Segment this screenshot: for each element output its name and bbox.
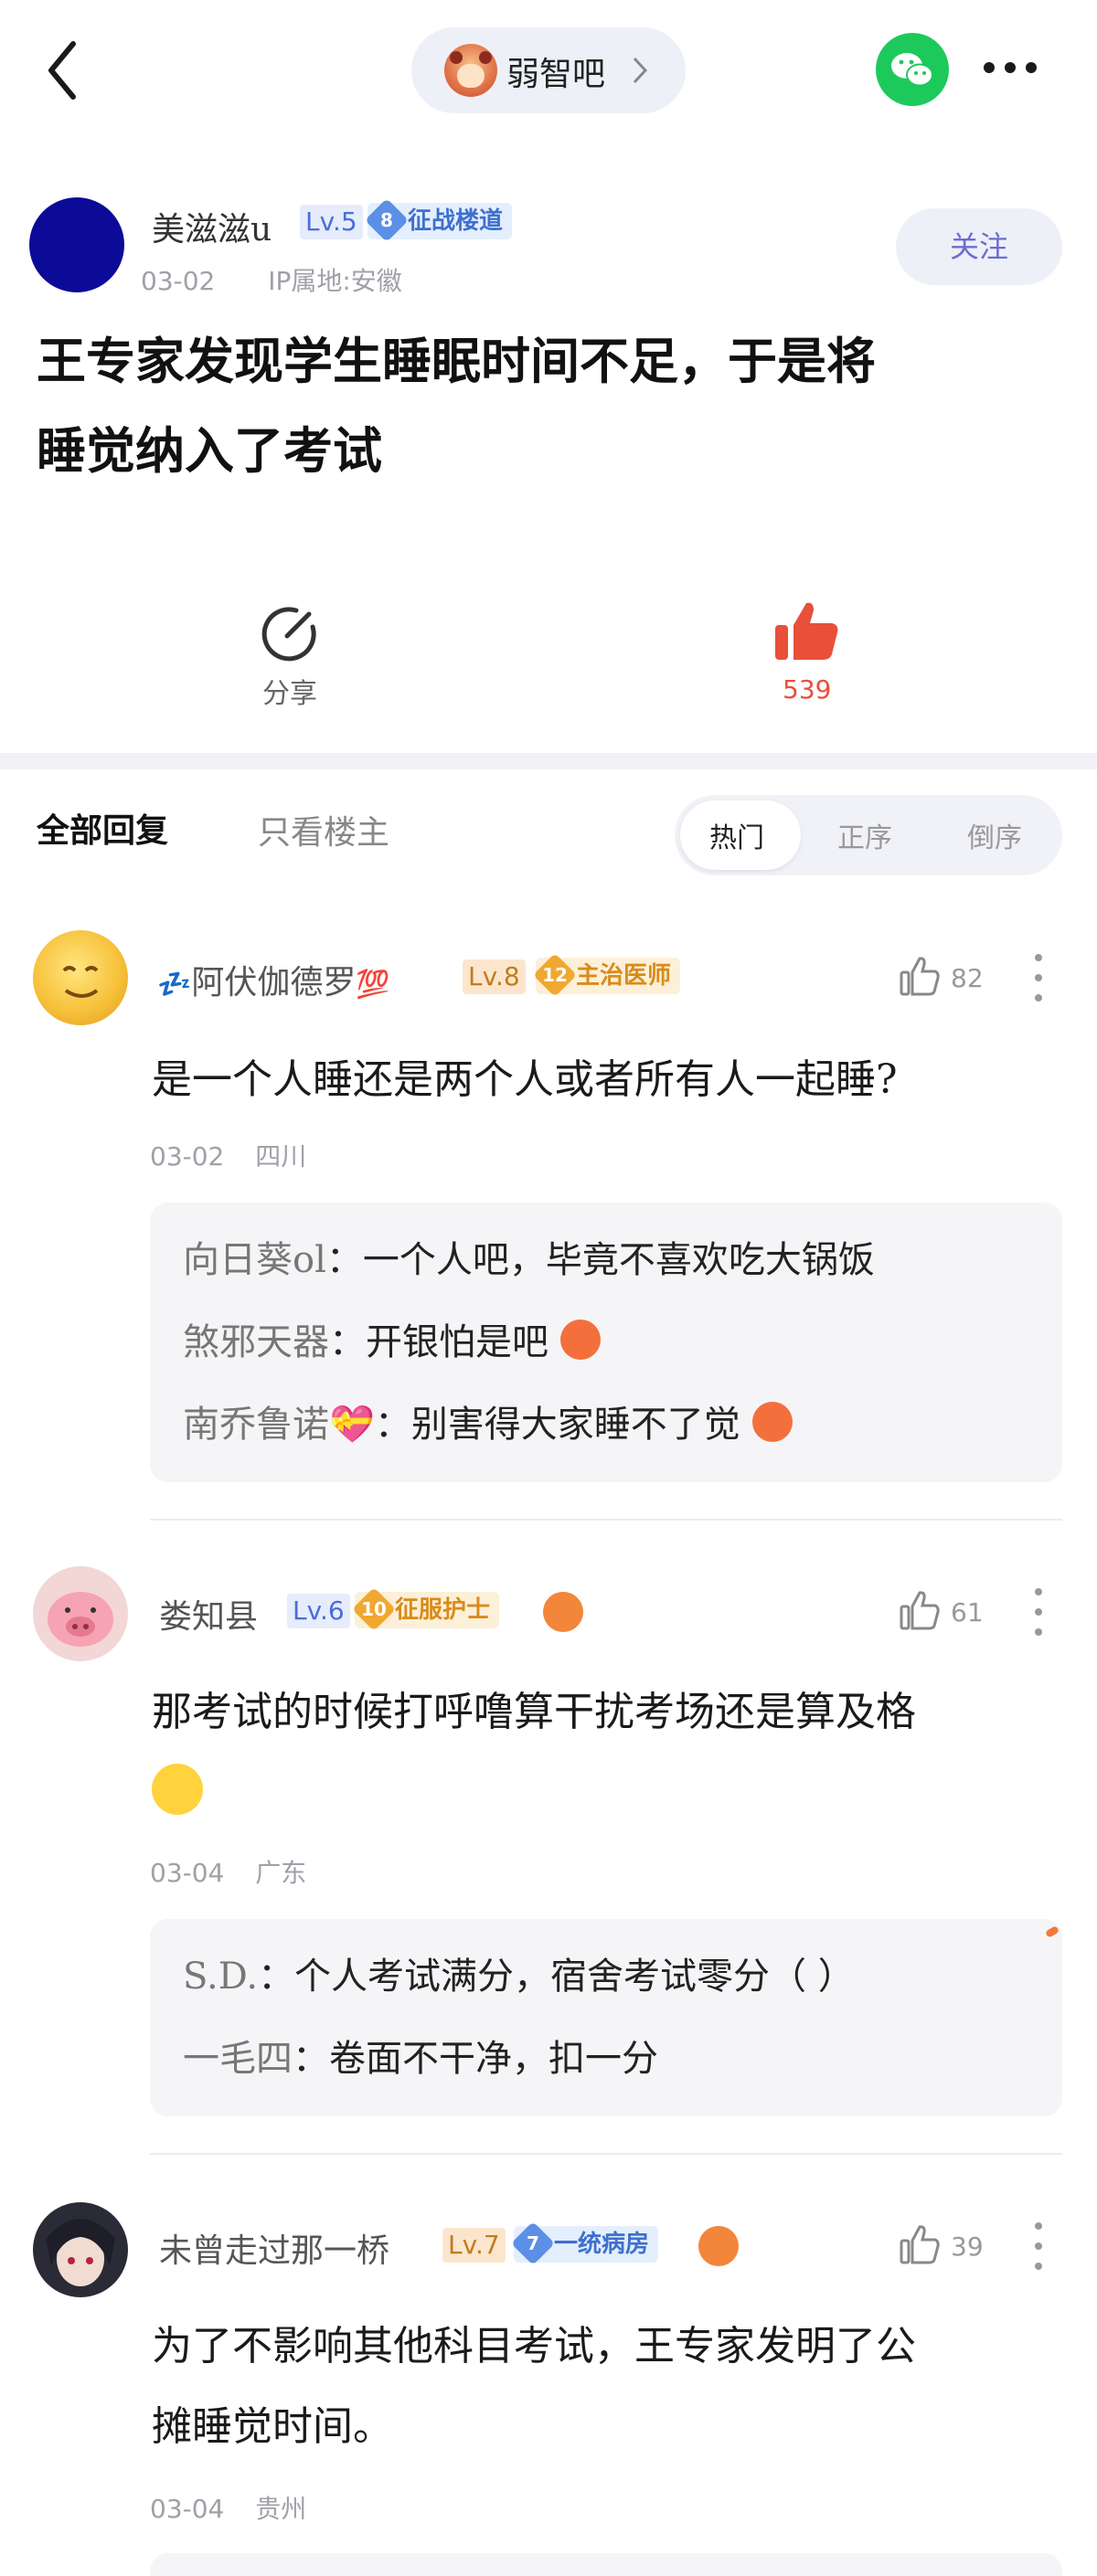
comment-text: 是一个人睡还是两个人或者所有人一起睡?: [152, 1056, 898, 1103]
sub-reply: 南乔鲁诺💝：别害得大家睡不了觉: [183, 1394, 793, 1447]
thumbs-up-icon[interactable]: [900, 956, 940, 996]
sort-asc[interactable]: 正序: [837, 815, 892, 855]
comment-username[interactable]: 未曾走过那一桥: [159, 2224, 389, 2272]
tab-op-only[interactable]: 只看楼主: [258, 806, 389, 853]
comment-location: 四川: [255, 1141, 307, 1171]
game-controller-icon: [698, 2226, 739, 2266]
sub-replies-box[interactable]: 向日葵ol：一个人吧，毕竟不喜欢吃大锅饭 煞邪天器：开银怕是吧 南乔鲁诺💝：别害…: [150, 1203, 1062, 1482]
op-username[interactable]: 美滋滋u: [152, 203, 272, 250]
comment-text-line: 摊睡觉时间。: [152, 2403, 393, 2450]
op-meta: 03-02 IP属地:安徽: [141, 261, 402, 298]
post-title-line: 王专家发现学生睡眠时间不足，于是将: [37, 332, 876, 390]
comment-level-badge: Lv.6: [287, 1594, 350, 1628]
comment-text: 为了不影响其他科目考试，王专家发明了公 摊睡觉时间。: [152, 2306, 1066, 2467]
thumbs-up-filled-icon[interactable]: [773, 599, 841, 662]
comment-separator: [150, 2153, 1062, 2155]
sub-reply: 煞邪天器：开银怕是吧: [183, 1312, 601, 1365]
post-like-count: 539: [783, 674, 832, 705]
thumbs-up-icon[interactable]: [900, 1590, 940, 1630]
sort-desc[interactable]: 倒序: [967, 815, 1022, 855]
chevron-right-icon: [633, 57, 648, 84]
comment-text-line: 为了不影响其他科目考试，王专家发明了公: [152, 2323, 916, 2369]
comment-title-badge: 12 主治医师: [532, 952, 681, 998]
comment-like-count: 39: [951, 2231, 984, 2262]
comment-separator: [150, 1519, 1062, 1521]
more-options-icon[interactable]: [982, 58, 1038, 77]
thumbs-up-icon[interactable]: [900, 2224, 940, 2264]
comment-level-badge: Lv.7: [442, 2228, 506, 2263]
comment-like-count: 82: [951, 963, 984, 993]
comment-meta: 03-04 广东: [150, 1853, 306, 1890]
comment-date: 03-02: [150, 1141, 225, 1171]
wechat-share-icon[interactable]: [876, 33, 949, 106]
forum-entry-pill[interactable]: 弱智吧: [411, 27, 686, 113]
thinking-face-emoji-icon: [152, 1764, 203, 1815]
comment-level-badge: Lv.8: [463, 959, 526, 994]
op-level-badge: Lv.5: [300, 205, 363, 239]
game-controller-icon: [543, 1592, 583, 1632]
sub-reply: 向日葵ol：一个人吧，毕竟不喜欢吃大锅饭: [183, 1239, 875, 1281]
corner-marker-icon: [1044, 1925, 1060, 1938]
forum-name: 弱智吧: [506, 56, 606, 93]
comment-avatar[interactable]: [33, 2202, 128, 2297]
comment-more-icon[interactable]: [1035, 954, 1044, 1002]
comment-location: 贵州: [255, 2494, 307, 2524]
angry-face-emoji-icon: [559, 1320, 601, 1360]
back-arrow-icon[interactable]: [44, 38, 84, 102]
comment-like-count: 61: [951, 1597, 984, 1627]
op-avatar[interactable]: [29, 197, 124, 292]
op-title-badge: 8 征战楼道: [364, 197, 513, 243]
comment-meta: 03-04 贵州: [150, 2489, 306, 2526]
comment-more-icon[interactable]: [1035, 1588, 1044, 1636]
post-date: 03-02: [141, 266, 216, 296]
top-bar: 弱智吧: [0, 0, 1097, 146]
comment-avatar[interactable]: [33, 1566, 128, 1661]
sub-replies-box[interactable]: [150, 2553, 1062, 2576]
sub-replies-box[interactable]: S.D.：个人考试满分，宿舍考试零分（ ） 一毛四：卷面不干净，扣一分: [150, 1919, 1062, 2116]
comment-date: 03-04: [150, 2494, 225, 2524]
sub-reply: 一毛四：卷面不干净，扣一分: [183, 2038, 658, 2080]
sub-reply: S.D.：个人考试满分，宿舍考试零分（ ）: [183, 1956, 855, 1998]
comment-meta: 03-02 四川: [150, 1137, 306, 1173]
comment-location: 广东: [255, 1858, 307, 1888]
tab-all-replies[interactable]: 全部回复: [37, 804, 168, 852]
sort-segmented-control: 热门 正序 倒序: [675, 795, 1062, 875]
sort-hot[interactable]: 热门: [709, 815, 764, 855]
share-icon[interactable]: [260, 603, 320, 663]
post-title: 王专家发现学生睡眠时间不足，于是将 睡觉纳入了考试: [37, 316, 1060, 495]
comment-title-badge: 10 征服护士: [351, 1586, 500, 1632]
comment-username[interactable]: 娄知县: [159, 1590, 258, 1638]
angry-face-emoji-icon: [751, 1402, 793, 1442]
comment-text-line: 那考试的时候打呼噜算干扰考场还是算及格: [152, 1689, 916, 1735]
comment-avatar[interactable]: [33, 930, 128, 1025]
comment-username[interactable]: 💤阿伏伽德罗💯: [157, 956, 390, 1003]
post-ip-location: IP属地:安徽: [268, 266, 402, 296]
comment-date: 03-04: [150, 1858, 225, 1888]
comment-text: 那考试的时候打呼噜算干扰考场还是算及格: [152, 1672, 1066, 1815]
forum-avatar: [444, 44, 497, 97]
share-label[interactable]: 分享: [262, 671, 317, 711]
post-title-line: 睡觉纳入了考试: [37, 421, 382, 480]
comment-more-icon[interactable]: [1035, 2222, 1044, 2270]
section-divider: [0, 753, 1097, 769]
follow-button[interactable]: 关注: [896, 208, 1062, 285]
comment-title-badge: 7 一统病房: [510, 2221, 659, 2266]
